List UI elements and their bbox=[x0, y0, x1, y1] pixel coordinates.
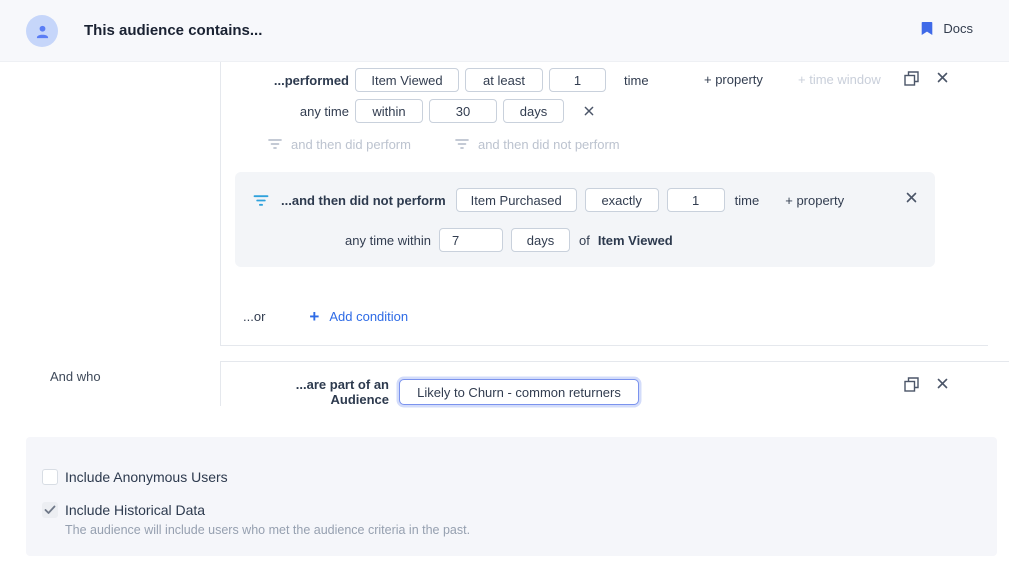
historical-data-description: The audience will include users who met … bbox=[65, 523, 470, 537]
of-event-label: Item Viewed bbox=[598, 233, 673, 248]
duplicate-condition-button[interactable] bbox=[904, 377, 919, 392]
docs-button[interactable]: Docs bbox=[921, 21, 973, 36]
and-then-did-not-perform-label: and then did not perform bbox=[478, 137, 620, 152]
event-select[interactable]: Item Viewed bbox=[355, 68, 459, 92]
historical-data-label[interactable]: Include Historical Data bbox=[65, 502, 205, 518]
anonymous-users-label[interactable]: Include Anonymous Users bbox=[65, 469, 228, 485]
bookmark-icon bbox=[921, 21, 933, 36]
header: This audience contains... Docs bbox=[0, 0, 1009, 62]
then-options-row: and then did perform and then did not pe… bbox=[268, 135, 620, 153]
operator-select[interactable]: at least bbox=[465, 68, 543, 92]
close-icon bbox=[937, 72, 948, 83]
remove-condition-button[interactable] bbox=[937, 72, 948, 83]
condition-group-card: ...performed Item Viewed at least time +… bbox=[220, 62, 988, 346]
did-not-perform-block: ...and then did not perform Item Purchas… bbox=[235, 172, 935, 267]
audience-builder-screen: This audience contains... Docs ...perfor… bbox=[0, 0, 1009, 580]
and-then-did-perform-option[interactable]: and then did perform bbox=[268, 137, 411, 152]
or-label: ...or bbox=[243, 309, 265, 324]
add-property-link[interactable]: + property bbox=[785, 193, 844, 208]
and-who-label: And who bbox=[50, 369, 101, 384]
any-time-within-label: any time within bbox=[235, 233, 431, 248]
remove-block-button[interactable] bbox=[906, 192, 917, 203]
audience-select[interactable]: Likely to Churn - common returners bbox=[399, 379, 639, 405]
docs-label: Docs bbox=[943, 21, 973, 36]
within-select[interactable]: within bbox=[355, 99, 423, 123]
funnel-icon bbox=[268, 138, 282, 150]
time-window-row: any time within days bbox=[238, 99, 594, 123]
options-panel: Include Anonymous Users Include Historic… bbox=[26, 437, 997, 556]
anonymous-users-option: Include Anonymous Users bbox=[42, 469, 228, 485]
add-property-link[interactable]: + property bbox=[704, 72, 763, 87]
any-time-label: any time bbox=[238, 104, 349, 119]
operator-select[interactable]: exactly bbox=[585, 188, 659, 212]
remove-time-window-button[interactable] bbox=[584, 106, 594, 116]
count-unit-label: time bbox=[735, 193, 760, 208]
remove-condition-button[interactable] bbox=[937, 378, 948, 389]
add-condition-button[interactable]: Add condition bbox=[329, 309, 408, 324]
days-count-input[interactable] bbox=[439, 228, 503, 252]
funnel-icon bbox=[455, 138, 469, 150]
block-time-row: any time within days of Item Viewed bbox=[235, 227, 673, 253]
close-icon bbox=[937, 378, 948, 389]
performed-prefix: ...performed bbox=[238, 73, 349, 88]
count-input[interactable] bbox=[549, 68, 606, 92]
funnel-icon bbox=[253, 194, 269, 207]
add-time-window-link: + time window bbox=[798, 72, 881, 87]
close-icon bbox=[584, 106, 594, 116]
audience-prefix: ...are part of an Audience bbox=[238, 377, 389, 407]
and-then-did-not-perform-option[interactable]: and then did not perform bbox=[455, 137, 620, 152]
of-label: of bbox=[579, 233, 590, 248]
duplicate-condition-button[interactable] bbox=[904, 71, 919, 86]
historical-data-option: Include Historical Data bbox=[42, 502, 205, 518]
did-not-perform-prefix: ...and then did not perform bbox=[281, 193, 446, 208]
anonymous-users-checkbox[interactable] bbox=[42, 469, 58, 485]
avatar bbox=[26, 15, 58, 47]
and-then-did-perform-label: and then did perform bbox=[291, 137, 411, 152]
person-icon bbox=[35, 24, 50, 39]
page-title: This audience contains... bbox=[84, 22, 262, 39]
days-unit-select[interactable]: days bbox=[511, 228, 570, 252]
days-unit-select[interactable]: days bbox=[503, 99, 564, 123]
audience-row: ...are part of an Audience Likely to Chu… bbox=[238, 379, 993, 405]
close-icon bbox=[906, 192, 917, 203]
audience-condition-card: ...are part of an Audience Likely to Chu… bbox=[220, 361, 1009, 406]
event-select[interactable]: Item Purchased bbox=[456, 188, 577, 212]
copy-icon bbox=[904, 377, 919, 392]
or-row: ...or + Add condition bbox=[243, 306, 408, 326]
check-icon bbox=[44, 505, 56, 515]
copy-icon bbox=[904, 71, 919, 86]
did-not-perform-row: ...and then did not perform Item Purchas… bbox=[253, 187, 923, 213]
days-count-input[interactable] bbox=[429, 99, 497, 123]
plus-icon: + bbox=[309, 308, 319, 325]
count-unit-label: time bbox=[624, 73, 649, 88]
count-input[interactable] bbox=[667, 188, 725, 212]
historical-data-checkbox[interactable] bbox=[42, 502, 58, 518]
